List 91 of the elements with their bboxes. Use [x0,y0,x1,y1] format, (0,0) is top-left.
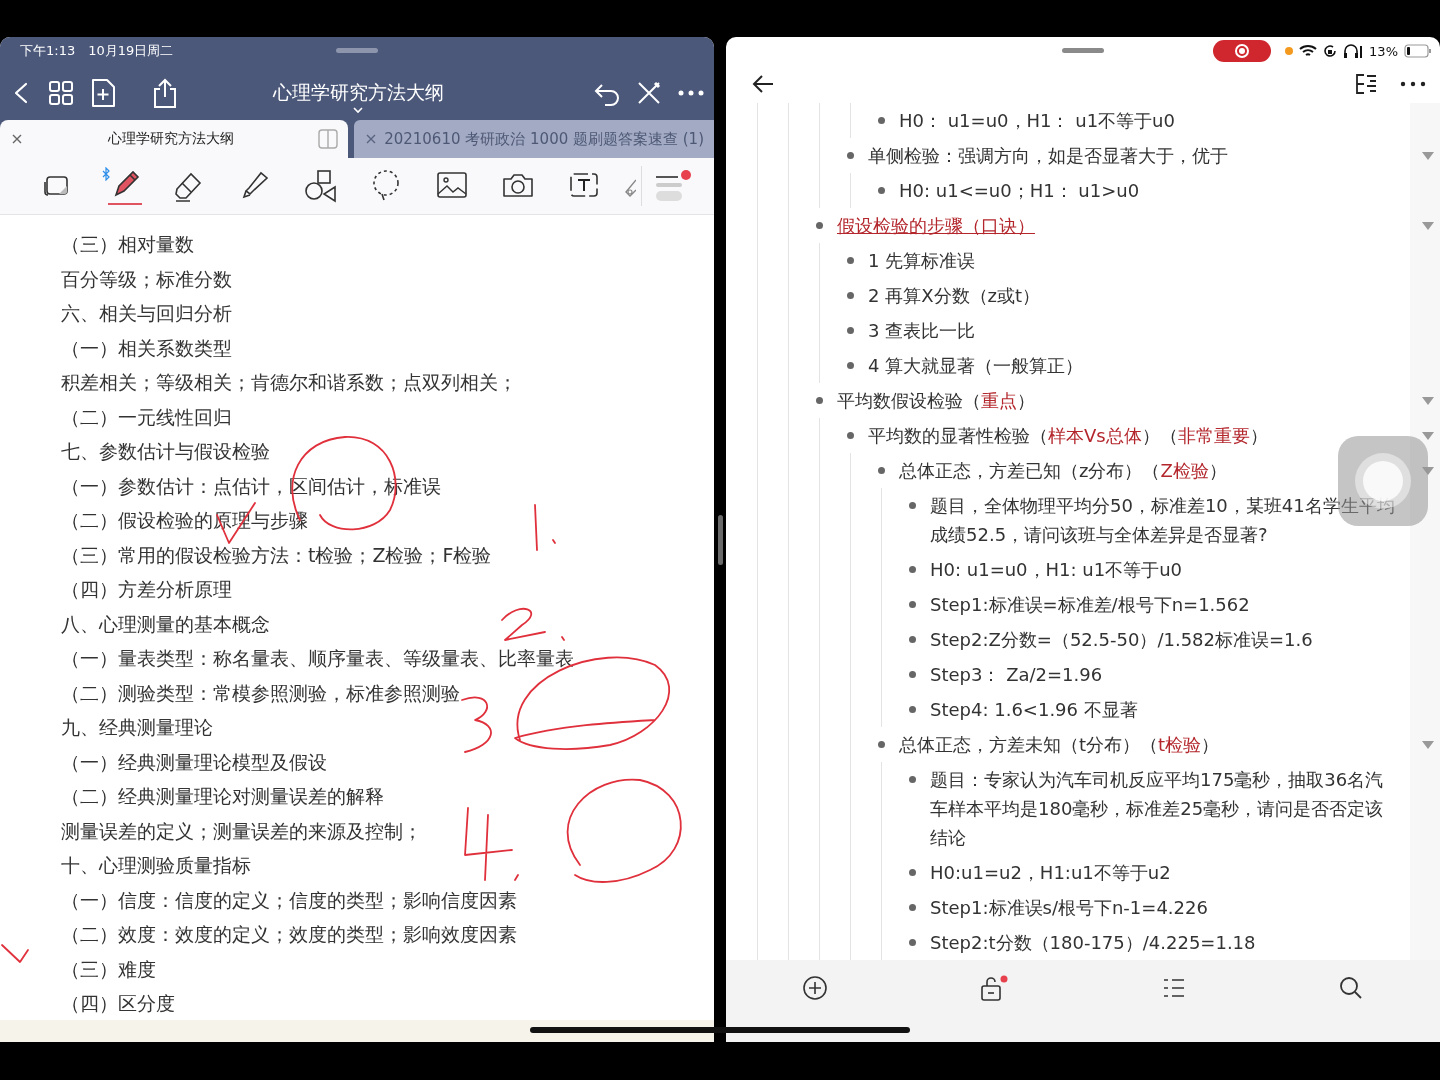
document-line: （三）相对量数 [61,232,195,257]
document-line: （一）信度：信度的定义；信度的类型；影响信度因素 [61,887,518,913]
collapse-triangle-icon[interactable] [1422,221,1434,231]
bullet-dot [878,467,885,474]
bullet-dot [878,117,885,124]
document-line: （一）经典测量理论模型及假设 [61,749,328,775]
bullet-dot [847,152,854,159]
bullet-dot [909,776,916,783]
status-date: 10月19日周二 [88,42,174,60]
outline-item-text[interactable]: 4 算大就显著（一般算正） [868,351,1084,380]
outline-item-text[interactable]: Step3： Za/2=1.96 [930,660,1103,689]
outline-item-text[interactable]: 总体正态，方差未知（t分布）（t检验） [899,730,1220,759]
document-line: （二）一元线性回归 [61,404,233,430]
document-line: （四）区分度 [61,991,176,1016]
document-line: 十、心理测验质量指标 [61,853,252,878]
bullet-dot [909,869,916,876]
document-line: 积差相关；等级相关；肯德尔和谐系数；点双列相关； [61,370,518,395]
bullet-dot [909,636,916,643]
document-line: 测量误差的定义；测量误差的来源及控制； [61,818,423,844]
document-line: （二）测验类型：常模参照测验，标准参照测验 [61,680,461,706]
microphone-dot-icon [1285,47,1294,55]
outline-item-text[interactable]: Step1:标准误=标准差/根号下n=1.562 [930,590,1250,619]
close-icon[interactable] [10,132,24,146]
document-line: 七、参数估计与假设检验 [61,439,271,464]
outline-item-text[interactable]: 平均数的显著性检验（样本Vs总体）（非常重要） [868,421,1268,450]
wifi-icon [1299,44,1318,58]
outline-item-text[interactable]: 2 再算X分数（z或t） [868,281,1040,310]
battery-icon [1404,44,1432,58]
shapes-icon[interactable] [302,167,338,205]
document-line: （四）方差分析原理 [61,577,233,602]
collapse-triangle-icon[interactable] [1422,396,1434,406]
bluetooth-icon [102,167,110,181]
document-line: 八、心理测量的基本概念 [61,611,271,637]
bullet-dot [816,397,823,404]
document-line: 九、经典测量理论 [61,715,214,740]
outline-item-text[interactable]: H0:u1=u2，H1:u1不等于u2 [930,858,1171,887]
outline-item-text[interactable]: H0: u1=u0，H1: u1不等于u0 [930,555,1183,584]
chevron-down-icon[interactable] [352,105,364,114]
more-icon[interactable] [1400,79,1426,89]
status-time: 下午1:13 [20,42,76,60]
collapse-triangle-icon[interactable] [1422,740,1434,750]
outline-item-text[interactable]: H0： u1=u0，H1： u1不等于u0 [899,106,1175,135]
outline-item-text[interactable]: 假设检验的步骤（口诀） [837,211,1035,240]
bullet-dot [878,741,885,748]
document-line: （二）经典测量理论对测量误差的解释 [61,784,385,809]
bullet-dot [816,222,823,229]
record-icon [1234,43,1251,59]
collapse-triangle-icon[interactable] [1422,431,1434,441]
bullet-dot [909,502,916,509]
bullet-dot [847,257,854,264]
bullet-dot [847,292,854,299]
outline-item-text[interactable]: Step1:标准误s/根号下n-1=4.226 [930,893,1208,922]
bullet-dot [878,187,885,194]
document-line: 六、相关与回归分析 [61,301,233,326]
rotation-lock-icon [1323,44,1338,58]
bullet-dot [909,904,916,911]
outline-item-text[interactable]: 平均数假设检验（重点） [837,386,1035,415]
bullet-dot [847,432,854,439]
bullet-dot [909,671,916,678]
bullet-dot [909,601,916,608]
document-title[interactable]: 心理学研究方法大纲 [272,79,444,106]
battery-percent: 13% [1369,43,1398,59]
document-line: （一）相关系数类型 [61,335,233,361]
outline-item-text[interactable]: H0: u1<=u0；H1： u1>u0 [899,176,1140,205]
document-tab[interactable]: 心理学研究方法大纲 [0,120,349,158]
bullet-dot [847,362,854,369]
collapse-triangle-icon[interactable] [1422,466,1434,476]
outline-item-text[interactable]: Step4: 1.6<1.96 不显著 [930,695,1138,724]
bullet-dot [909,939,916,946]
outline-item-text[interactable]: 题目：专家认为汽车司机反应平均175毫秒，抽取36名汽车样本平均是180毫秒，标准差25毫秒，请问是否否定该结论 [930,765,1398,852]
bullet-dot [909,566,916,573]
document-line: （三）常用的假设检验方法：t检验；Z检验；F检验 [61,542,493,568]
document-line: （三）难度 [61,956,157,982]
split-view-handle[interactable] [717,514,723,565]
document-line: 百分等级；标准分数 [61,266,233,292]
back-arrow-icon[interactable] [751,73,775,95]
outline-item-text[interactable]: 总体正态，方差已知（z分布）（Z检验） [899,456,1227,485]
outline-item-text[interactable]: 1 先算标准误 [868,246,976,275]
outline-item-text[interactable]: 单侧检验：强调方向，如是否显著大于，优于 [868,141,1228,170]
bullet-dot [909,706,916,713]
outline-item-text[interactable]: Step2:Z分数=（52.5-50）/1.582标准误=1.6 [930,625,1313,654]
screen-recording-indicator[interactable] [1213,40,1272,62]
document-line: （二）效度：效度的定义；效度的类型；影响效度因素 [61,922,518,947]
outline-item-text[interactable]: 题目，全体物理平均分50，标准差10，某班41名学生平均成绩52.5，请问该班与全体差异是否显著? [930,491,1398,549]
bullet-dot [847,327,854,334]
outline-item-text[interactable]: Step2:t分数（180-175）/4.225=1.18 [930,928,1256,957]
headphones-icon [1343,44,1364,58]
document-line: （一）量表类型：称名量表、顺序量表、等级量表、比率量表 [61,646,575,671]
collapse-triangle-icon[interactable] [1422,151,1434,161]
outline-item-text[interactable]: 3 查表比一比 [868,316,976,345]
add-circle-icon[interactable] [800,974,829,1002]
